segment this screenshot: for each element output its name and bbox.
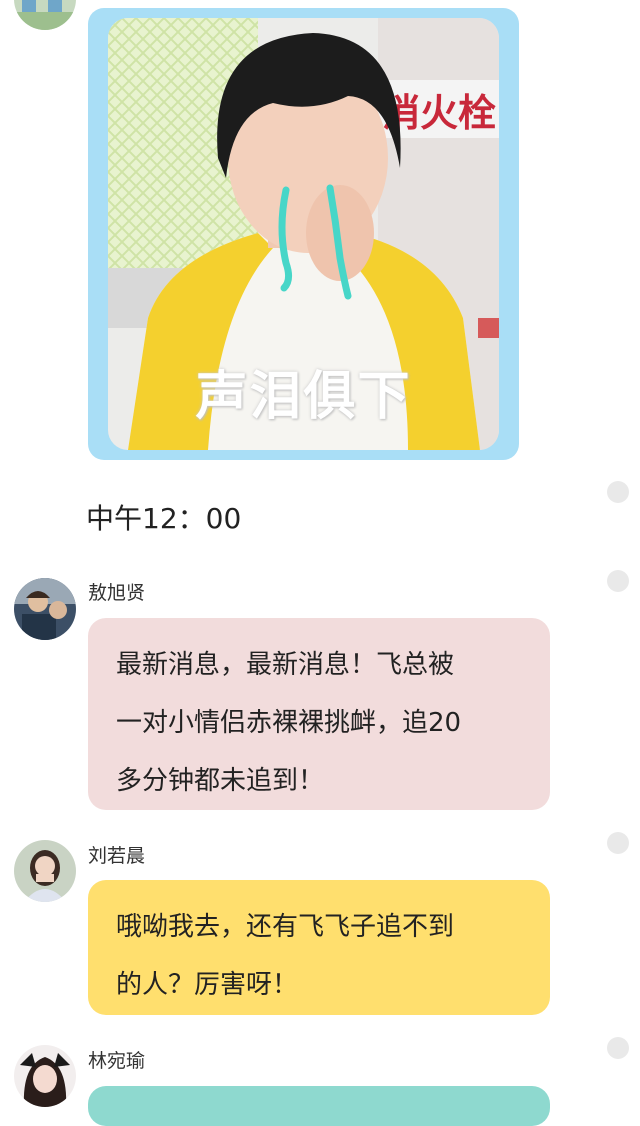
message-line: 一对小情侣赤裸裸挑衅，追20 bbox=[116, 708, 462, 738]
message-line: 多分钟都未追到！ bbox=[116, 766, 325, 796]
sender-name: 林宛瑜 bbox=[88, 1050, 146, 1072]
message-line: 哦呦我去，还有飞飞子追不到 bbox=[116, 912, 455, 942]
message-line: 最新消息，最新消息！飞总被 bbox=[116, 650, 455, 680]
read-indicator-dot bbox=[607, 481, 629, 503]
message-line: 的人？厉害呀！ bbox=[116, 970, 299, 1000]
sender-name: 敖旭贤 bbox=[88, 582, 146, 604]
message-bubble[interactable] bbox=[88, 1086, 550, 1126]
sender-name: 刘若晨 bbox=[88, 845, 146, 867]
sticker-caption: 声泪俱下 bbox=[195, 367, 412, 427]
read-indicator-dot bbox=[607, 570, 629, 592]
message-bubble[interactable]: 哦呦我去，还有飞飞子追不到 的人？厉害呀！ bbox=[88, 880, 550, 1015]
avatar-partial-top[interactable] bbox=[14, 0, 76, 30]
sticker-image: 消火栓 声泪俱下 bbox=[108, 18, 499, 450]
message-bubble[interactable]: 最新消息，最新消息！飞总被 一对小情侣赤裸裸挑衅，追20 多分钟都未追到！ bbox=[88, 618, 550, 810]
read-indicator-dot bbox=[607, 1037, 629, 1059]
avatar-ao-xuxian[interactable] bbox=[14, 578, 76, 640]
time-divider: 中午12：00 bbox=[86, 502, 242, 535]
read-indicator-dot bbox=[607, 832, 629, 854]
sticker-message[interactable]: 消火栓 声泪俱下 bbox=[88, 8, 519, 460]
avatar-lin-wanyu[interactable] bbox=[14, 1045, 76, 1107]
avatar-liu-ruochen[interactable] bbox=[14, 840, 76, 902]
